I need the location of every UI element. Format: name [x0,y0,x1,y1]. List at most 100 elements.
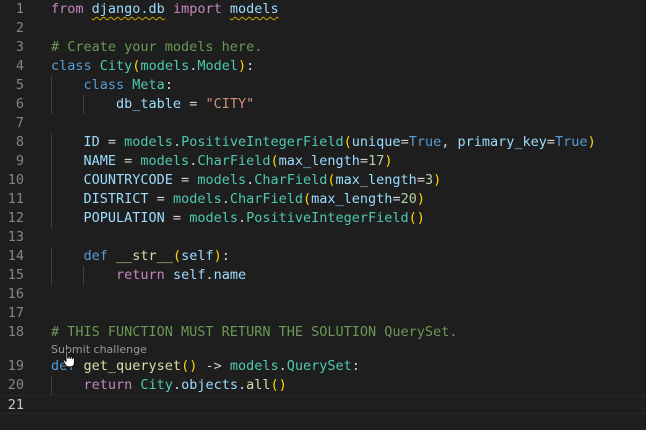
code-line[interactable]: 11 DISTRICT = models.CharField(max_lengt… [0,190,646,209]
code-token: models [229,358,279,374]
line-number: 12 [7,210,24,226]
line-number: 11 [7,191,24,207]
code-token: ) [587,134,596,150]
unresolved-import-token: django.db [91,1,165,17]
code-token: = [400,134,409,150]
code-token: __str__ [116,248,173,264]
code-token: CharField [197,153,271,169]
code-token: = [181,96,206,112]
code-token: all [246,377,271,393]
code-token: class [51,58,100,74]
code-text: class City(models.Model): [51,57,254,76]
code-line[interactable]: 19 def get_queryset() -> models.QuerySet: [0,357,646,376]
line-number: 13 [7,229,24,245]
code-token: ( [172,248,182,264]
code-text: return City.objects.all() [51,376,287,395]
code-token: . [221,191,230,207]
code-token: () [408,210,425,226]
code-line[interactable]: 15 return self.name [0,266,646,285]
code-token: POPULATION [83,210,165,226]
code-line[interactable]: 9 NAME = models.CharField(max_length=17) [0,152,646,171]
code-token: CharField [229,191,304,207]
indent-guide [51,95,52,114]
code-line[interactable]: 16 [0,285,646,304]
code-token: name [213,267,247,283]
code-line[interactable]: 12 POPULATION = models.PositiveIntegerFi… [0,209,646,228]
code-token: ( [270,153,279,169]
code-token: 3 [424,172,434,188]
code-token: 17 [368,153,385,169]
code-token: = [99,134,125,150]
code-token: return [116,267,173,283]
code-token: "CITY" [205,96,255,112]
line-number: 20 [7,377,24,393]
code-text: db_table = "CITY" [51,95,254,114]
code-token: ( [303,191,312,207]
code-token: = [172,172,198,188]
line-number: 3 [15,39,24,55]
code-editor[interactable]: 1 from django.db import models 2 3 # Create … [0,0,646,430]
code-text: ID = models.PositiveIntegerField(unique=… [51,133,596,152]
code-text: # THIS FUNCTION MUST RETURN THE SOLUTION… [51,323,457,342]
code-line[interactable]: 10 COUNTRYCODE = models.CharField(max_le… [0,171,646,190]
code-token: . [237,377,247,393]
code-token: max_length [335,172,417,188]
code-token: () [270,377,287,393]
code-token: . [278,358,287,374]
line-number: 17 [7,305,24,321]
code-line[interactable]: 8 ID = models.PositiveIntegerField(uniqu… [0,133,646,152]
line-number: 21 [7,397,24,413]
indent-guide [51,376,52,395]
code-token: True [408,134,442,150]
code-line[interactable]: 13 [0,228,646,247]
line-number: 4 [15,58,24,74]
indent-guide [51,209,52,228]
code-line[interactable]: 17 [0,304,646,323]
code-line[interactable]: 7 [0,114,646,133]
code-token: COUNTRYCODE [83,172,173,188]
code-token: ) [416,191,425,207]
hand-pointer-icon [62,350,75,368]
code-line[interactable]: 14 def __str__(self): [0,247,646,266]
code-token: Meta [132,77,165,93]
code-token: ( [327,172,336,188]
line-number: 7 [15,115,24,131]
indent-guide [51,266,52,285]
code-token: # THIS FUNCTION MUST RETURN THE SOLUTION… [51,324,458,340]
unresolved-import-token: models [229,1,279,17]
code-token: ID [83,134,100,150]
code-line[interactable]: 2 [0,19,646,38]
code-token: from [51,1,92,17]
indent-guide [51,190,52,209]
code-token: 20 [400,191,417,207]
code-line[interactable]: 18 # THIS FUNCTION MUST RETURN THE SOLUTI… [0,323,646,342]
code-token: max_length [278,153,360,169]
code-text: def __str__(self): [51,247,230,266]
code-token: = [416,172,425,188]
code-token: return [83,377,141,393]
code-line[interactable]: 5 class Meta: [0,76,646,95]
code-line[interactable]: 1 from django.db import models [0,0,646,19]
code-token: primary_key [457,134,547,150]
code-line[interactable]: 6 db_table = "CITY" [0,95,646,114]
code-token: DISTRICT [83,191,149,207]
code-text: return self.name [51,266,246,285]
code-line[interactable]: 3 # Create your models here. [0,38,646,57]
code-token: objects [181,377,238,393]
current-code-line[interactable]: 21 [0,395,646,414]
code-line[interactable]: 20 return City.objects.all() [0,376,646,395]
code-line[interactable]: 4 class City(models.Model): [0,57,646,76]
code-token: class [83,77,133,93]
code-token: : [164,77,173,93]
code-token: Model [197,58,238,74]
line-number: 19 [7,358,24,374]
code-text: from django.db import models [51,0,279,19]
code-token: self [172,267,206,283]
